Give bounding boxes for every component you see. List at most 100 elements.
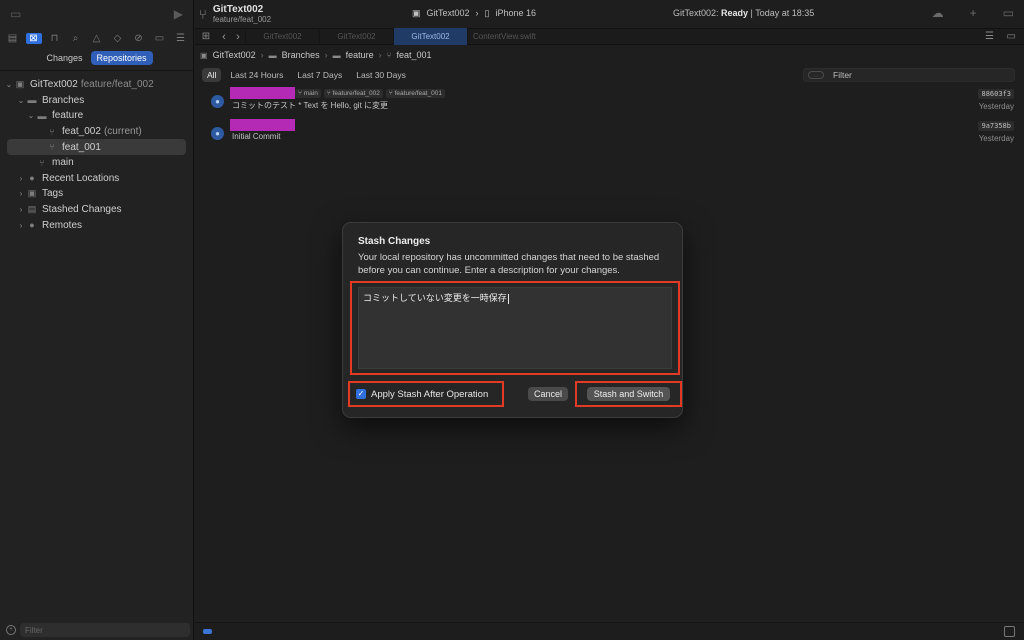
activity-status: GitText002: Ready | Today at 18:35	[673, 8, 814, 18]
commit-row[interactable]: ● Initial Commit 9a7358b Yesterday	[195, 119, 1024, 149]
run-play-icon[interactable]: ▶	[174, 7, 183, 21]
redacted-author-block	[230, 119, 295, 131]
tree-item-branches[interactable]: ⌄ ▬ Branches	[0, 93, 193, 109]
grid-icon[interactable]: ⊞	[195, 31, 217, 42]
inspector-toggle-icon[interactable]: ▭	[1003, 6, 1014, 20]
folder-icon: ▬	[27, 95, 37, 106]
tree-item-tags[interactable]: › ▣ Tags	[0, 186, 193, 202]
forward-icon[interactable]: ›	[231, 31, 245, 43]
scheme-selector[interactable]: ▣ GitText002 › ▯ iPhone 16	[412, 8, 536, 19]
commit-row[interactable]: ● ⑂ main ⑂ feature/feat_002 ⑂ feature/fe…	[195, 87, 1024, 117]
folder-icon: ▬	[268, 50, 277, 60]
tree-item-recent-locations[interactable]: › ● Recent Locations	[0, 171, 193, 187]
branch-tag: ⑂ feature/feat_001	[385, 89, 445, 98]
add-icon[interactable]: +	[970, 6, 977, 20]
commit-date: Yesterday	[978, 134, 1014, 143]
issue-navigator-icon[interactable]: △	[89, 33, 105, 44]
editor-tab[interactable]: GitText002	[319, 28, 393, 45]
back-icon[interactable]: ‹	[217, 31, 231, 43]
filter-options-icon[interactable]: +	[6, 625, 16, 635]
stash-and-switch-button[interactable]: Stash and Switch	[586, 387, 671, 401]
tree-item-feature[interactable]: ⌄ ▬ feature	[0, 108, 193, 124]
editor-options-icon[interactable]: ☰	[985, 31, 994, 42]
filter-toggle-icon[interactable]: ◦◦	[808, 71, 824, 80]
sidebar-filter-input[interactable]: Filter	[20, 623, 190, 637]
chevron-right-icon: ›	[260, 50, 264, 60]
breadcrumb-item[interactable]: feat_001	[396, 50, 431, 60]
sidebar-toggle-icon[interactable]: ▭	[10, 7, 21, 21]
find-navigator-icon[interactable]: ⌕	[68, 33, 84, 44]
tree-item-feat-001[interactable]: ⑂ feat_001	[7, 139, 186, 155]
apply-stash-checkbox-row[interactable]: ✓ Apply Stash After Operation	[348, 381, 504, 407]
report-navigator-icon[interactable]: ☰	[173, 33, 189, 44]
tree-item-repository[interactable]: ⌄ ▣ GitText002 feature/feat_002	[0, 77, 193, 93]
split-editor-icon[interactable]: ▭	[1007, 31, 1016, 42]
breadcrumb-item[interactable]: GitText002	[213, 50, 256, 60]
feature-label: feature	[52, 110, 84, 122]
author-avatar-icon: ●	[211, 127, 224, 140]
test-navigator-icon[interactable]: ◇	[110, 33, 126, 44]
activity-indicator	[203, 629, 212, 634]
source-control-navigator-icon[interactable]: ⊠	[25, 32, 42, 44]
project-branch: feature/feat_002	[212, 15, 272, 24]
disclosure-open-icon[interactable]: ⌄	[4, 80, 14, 89]
disclosure-closed-icon[interactable]: ›	[16, 174, 26, 183]
editor-tab[interactable]: GitText002	[245, 28, 319, 45]
editor-tab-active[interactable]: GitText002	[393, 28, 467, 45]
text-caret	[507, 293, 509, 304]
tree-item-main[interactable]: ⑂ main	[0, 155, 193, 171]
navigator-sidebar: ▭ ▶ ▤ ⊠ ⊓ ⌕ △ ◇ ⊘ ▭ ☰ Changes Repositori…	[0, 0, 194, 640]
stash-description-textarea[interactable]: コミットしていない変更を一時保存	[358, 287, 672, 369]
debug-navigator-icon[interactable]: ⊘	[131, 33, 147, 44]
filter-all[interactable]: All	[202, 68, 222, 82]
tab-changes[interactable]: Changes	[40, 51, 88, 65]
folder-icon: ▬	[37, 110, 47, 121]
filter-last-7-days[interactable]: Last 7 Days	[292, 68, 347, 82]
tree-item-stashed-changes[interactable]: › ▤ Stashed Changes	[0, 202, 193, 218]
disclosure-closed-icon[interactable]: ›	[16, 221, 26, 230]
status-state: Ready	[721, 8, 749, 18]
tree-item-remotes[interactable]: › ● Remotes	[0, 217, 193, 233]
disclosure-closed-icon[interactable]: ›	[16, 189, 26, 198]
checkbox-checked-icon[interactable]: ✓	[356, 389, 366, 399]
stash-description-text: コミットしていない変更を一時保存	[363, 293, 507, 303]
recent-locations-label: Recent Locations	[42, 172, 120, 184]
author-avatar-icon: ●	[211, 95, 224, 108]
device-name: iPhone 16	[495, 8, 537, 18]
breakpoint-navigator-icon[interactable]: ▭	[152, 33, 168, 44]
folder-icon: ▬	[332, 50, 341, 60]
toolbar-right-group: ☁ + ▭	[932, 6, 1014, 20]
current-branch-note: (current)	[103, 126, 142, 138]
navigator-icon-bar: ▤ ⊠ ⊓ ⌕ △ ◇ ⊘ ▭ ☰	[0, 29, 193, 47]
bookmark-navigator-icon[interactable]: ⊓	[47, 33, 63, 44]
filter-last-24-hours[interactable]: Last 24 Hours	[225, 68, 288, 82]
tree-item-feat-002[interactable]: ⑂ feat_002 (current)	[0, 124, 193, 140]
cloud-icon: ☁	[931, 6, 944, 20]
tags-label: Tags	[42, 188, 64, 200]
cancel-button[interactable]: Cancel	[528, 387, 569, 401]
breadcrumb-item[interactable]: feature	[346, 50, 374, 60]
status-prefix: GitText002:	[673, 8, 722, 18]
dialog-title: Stash Changes	[358, 236, 431, 247]
apply-stash-label: Apply Stash After Operation	[371, 388, 489, 400]
commit-filter-input[interactable]: ◦◦ Filter	[803, 68, 1015, 82]
project-navigator-icon[interactable]: ▤	[5, 33, 21, 44]
filter-last-30-days[interactable]: Last 30 Days	[351, 68, 411, 82]
chevron-right-icon: ›	[378, 50, 382, 60]
disclosure-open-icon[interactable]: ⌄	[16, 96, 26, 105]
clock-icon: ●	[29, 173, 35, 184]
disclosure-closed-icon[interactable]: ›	[16, 205, 26, 214]
filter-placeholder: Filter	[833, 70, 852, 80]
repository-branch: feature/feat_002	[80, 79, 154, 91]
debug-area-toggle-icon[interactable]	[1004, 626, 1015, 637]
commit-message: Initial Commit	[232, 132, 281, 141]
commit-list: ● ⑂ main ⑂ feature/feat_002 ⑂ feature/fe…	[195, 87, 1024, 149]
chevron-right-icon: ›	[324, 50, 328, 60]
window-toolbar: ⑂ GitText002 feature/feat_002 ▣ GitText0…	[195, 0, 1024, 28]
tab-repositories[interactable]: Repositories	[90, 50, 153, 65]
branch-tag: ⑂ feature/feat_002	[323, 89, 383, 98]
project-name: GitText002	[212, 4, 264, 15]
editor-tab[interactable]: ContentView.swift	[467, 28, 541, 45]
disclosure-open-icon[interactable]: ⌄	[26, 111, 36, 120]
breadcrumb-item[interactable]: Branches	[282, 50, 320, 60]
